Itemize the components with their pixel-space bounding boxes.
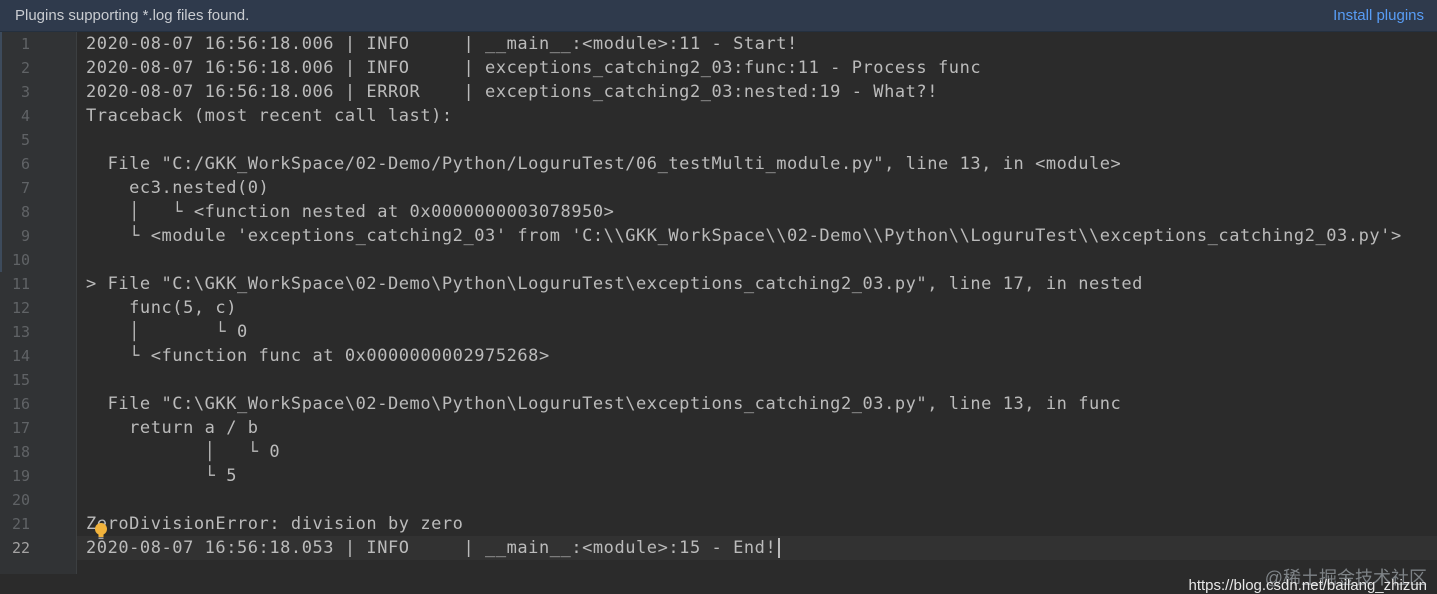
log-line[interactable]: Traceback (most recent call last): bbox=[86, 104, 453, 128]
log-line-text: File "C:\GKK_WorkSpace\02-Demo\Python\Lo… bbox=[86, 394, 1122, 414]
line-number: 7 bbox=[20, 179, 30, 197]
line-number: 15 bbox=[11, 371, 30, 389]
log-line[interactable]: └ 5 bbox=[86, 464, 237, 488]
log-line-text: 2020-08-07 16:56:18.006 | ERROR | except… bbox=[86, 82, 939, 102]
log-line[interactable]: 2020-08-07 16:56:18.053 | INFO | __main_… bbox=[86, 536, 781, 560]
log-line[interactable]: func(5, c) bbox=[86, 296, 237, 320]
line-number: 18 bbox=[11, 443, 30, 461]
log-line[interactable]: 2020-08-07 16:56:18.006 | ERROR | except… bbox=[86, 80, 938, 104]
log-line[interactable]: ZeroDivisionError: division by zero bbox=[86, 512, 463, 536]
text-caret bbox=[778, 538, 781, 558]
log-line-text: ec3.nested(0) bbox=[86, 178, 270, 198]
log-line[interactable]: File "C:/GKK_WorkSpace/02-Demo/Python/Lo… bbox=[86, 152, 1121, 176]
log-line-text: > File "C:\GKK_WorkSpace\02-Demo\Python\… bbox=[86, 274, 1143, 294]
log-line[interactable]: └ <module 'exceptions_catching2_03' from… bbox=[86, 224, 1402, 248]
line-number: 11 bbox=[11, 275, 30, 293]
line-number: 14 bbox=[11, 347, 30, 365]
log-line-text: return a / b bbox=[86, 418, 259, 438]
line-number: 2 bbox=[20, 59, 30, 77]
log-line[interactable]: │ └ 0 bbox=[86, 440, 280, 464]
log-line[interactable]: │ └ 0 bbox=[86, 320, 248, 344]
line-number: 13 bbox=[11, 323, 30, 341]
line-number: 6 bbox=[20, 155, 30, 173]
line-number: 3 bbox=[20, 83, 30, 101]
log-line[interactable]: File "C:\GKK_WorkSpace\02-Demo\Python\Lo… bbox=[86, 392, 1121, 416]
line-number-gutter: 1 2 3 4 5 6 7 8 9 10 11 12 13 14 15 16 17 18 19 20 21 22 bbox=[0, 32, 77, 574]
line-number: 20 bbox=[11, 491, 30, 509]
log-line-text: │ └ 0 bbox=[86, 442, 281, 462]
plugin-notification-bar: Plugins supporting *.log files found. In… bbox=[0, 0, 1437, 32]
line-number: 10 bbox=[11, 251, 30, 269]
log-line-text: │ └ <function nested at 0x00000000030789… bbox=[86, 202, 615, 222]
log-line-text: └ <function func at 0x0000000002975268> bbox=[86, 346, 550, 366]
line-number: 17 bbox=[11, 419, 30, 437]
log-line[interactable]: return a / b bbox=[86, 416, 259, 440]
log-line[interactable]: 2020-08-07 16:56:18.006 | INFO | __main_… bbox=[86, 32, 798, 56]
log-line-text: └ 5 bbox=[86, 466, 237, 486]
line-number: 12 bbox=[11, 299, 30, 317]
log-line-text: ZeroDivisionError: division by zero bbox=[86, 514, 464, 534]
line-number: 1 bbox=[20, 35, 30, 53]
log-editor[interactable]: 1 2 3 4 5 6 7 8 9 10 11 12 13 14 15 16 17 18 19 20 21 22 2020… bbox=[0, 32, 1437, 594]
log-line-text: Traceback (most recent call last): bbox=[86, 106, 453, 126]
log-line[interactable]: > File "C:\GKK_WorkSpace\02-Demo\Python\… bbox=[86, 272, 1143, 296]
lightbulb-icon[interactable] bbox=[94, 522, 108, 542]
log-line[interactable]: ec3.nested(0) bbox=[86, 176, 269, 200]
line-number: 21 bbox=[11, 515, 30, 533]
install-plugins-link[interactable]: Install plugins bbox=[1333, 7, 1424, 24]
watermark-url: https://blog.csdn.net/bailang_zhizun bbox=[1188, 577, 1428, 594]
line-number: 19 bbox=[11, 467, 30, 485]
log-line[interactable]: 2020-08-07 16:56:18.006 | INFO | excepti… bbox=[86, 56, 981, 80]
notification-message: Plugins supporting *.log files found. bbox=[15, 7, 250, 24]
line-number: 22 bbox=[11, 539, 30, 557]
line-number: 16 bbox=[11, 395, 30, 413]
log-line-text: │ └ 0 bbox=[86, 322, 248, 342]
line-number: 5 bbox=[20, 131, 30, 149]
log-line-text: 2020-08-07 16:56:18.006 | INFO | excepti… bbox=[86, 58, 982, 78]
line-number: 9 bbox=[20, 227, 30, 245]
log-line[interactable]: │ └ <function nested at 0x00000000030789… bbox=[86, 200, 614, 224]
line-number: 8 bbox=[20, 203, 30, 221]
log-line-text: func(5, c) bbox=[86, 298, 237, 318]
log-line[interactable]: └ <function func at 0x0000000002975268> bbox=[86, 344, 550, 368]
log-line-text: File "C:/GKK_WorkSpace/02-Demo/Python/Lo… bbox=[86, 154, 1122, 174]
log-line-text: 2020-08-07 16:56:18.053 | INFO | __main_… bbox=[86, 538, 777, 558]
line-number: 4 bbox=[20, 107, 30, 125]
log-line-text: └ <module 'exceptions_catching2_03' from… bbox=[86, 226, 1402, 246]
log-line-text: 2020-08-07 16:56:18.006 | INFO | __main_… bbox=[86, 34, 798, 54]
